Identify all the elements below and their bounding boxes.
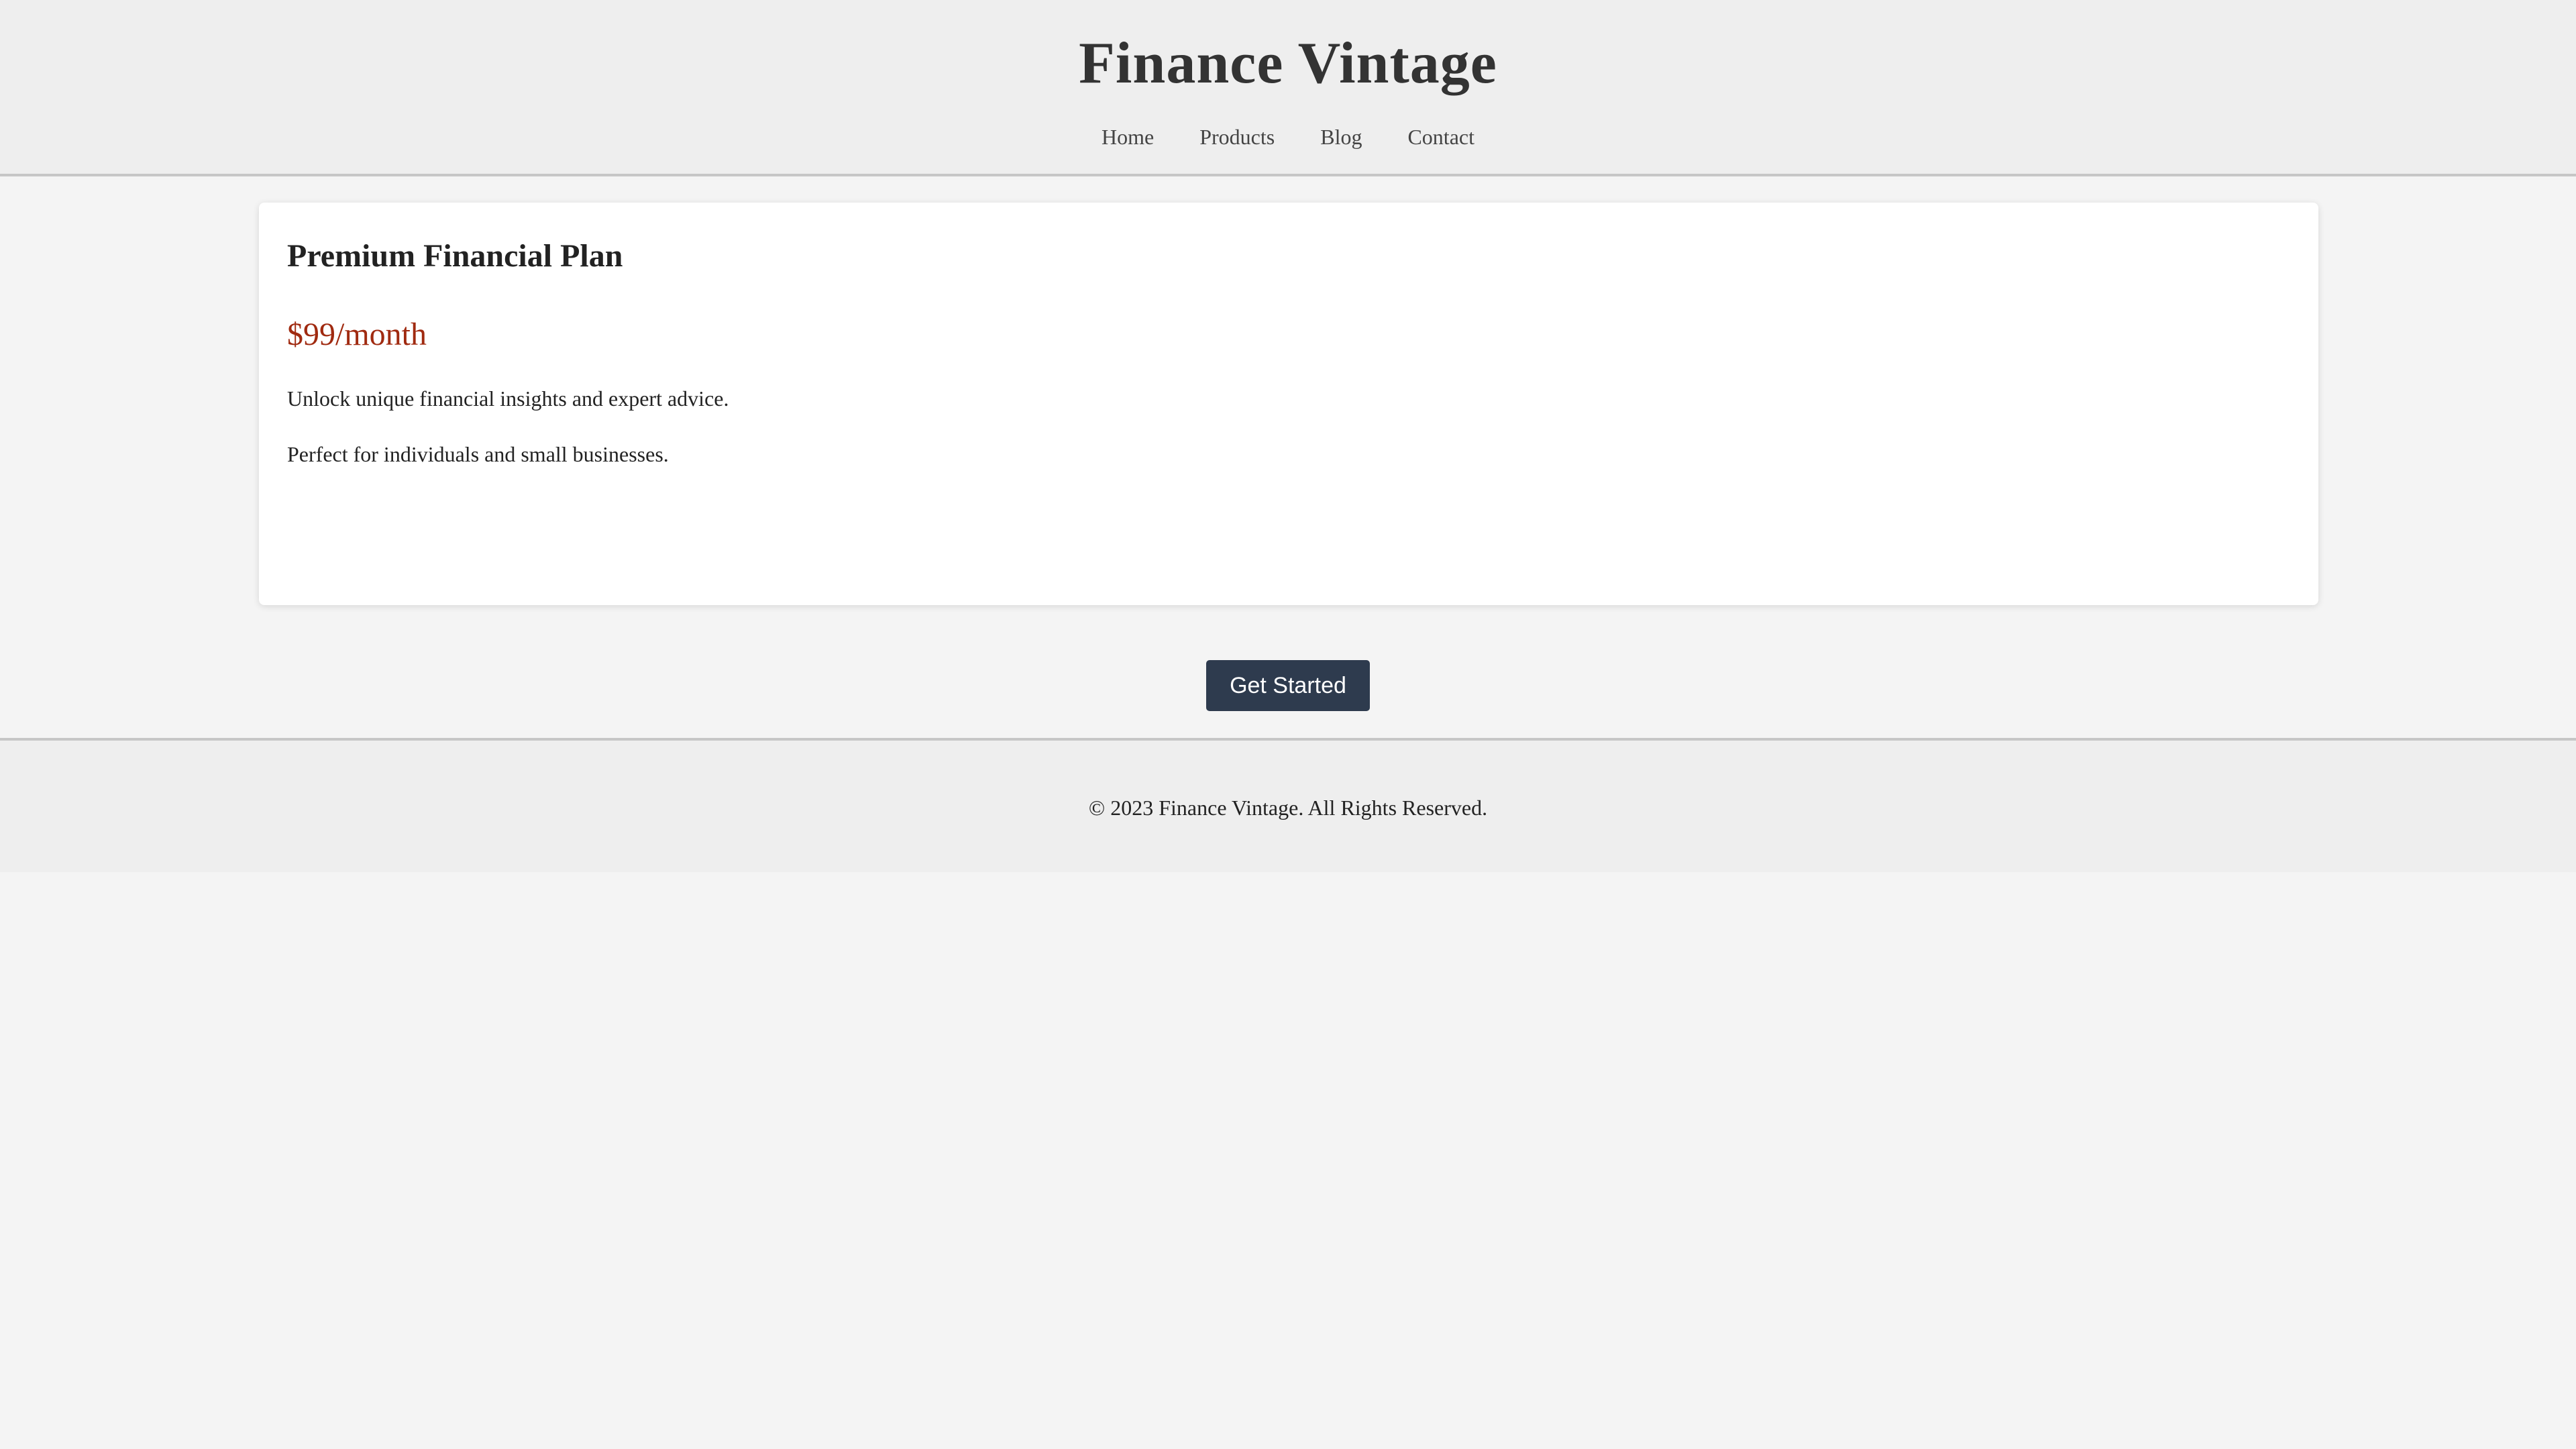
plan-title: Premium Financial Plan <box>287 238 623 274</box>
plan-card: Premium Financial Plan $99/month Unlock … <box>259 203 2318 605</box>
plan-price: $99/month <box>287 317 427 352</box>
site-title: Finance Vintage <box>1079 31 1497 96</box>
nav-link-home[interactable]: Home <box>1079 118 1177 156</box>
copyright-text: © 2023 Finance Vintage. All Rights Reser… <box>1088 796 1488 820</box>
nav-link-blog[interactable]: Blog <box>1297 118 1385 156</box>
nav-link-products[interactable]: Products <box>1177 118 1297 156</box>
main-nav: Home Products Blog Contact <box>0 118 2576 156</box>
plan-description: Unlock unique financial insights and exp… <box>287 386 729 411</box>
site-footer: © 2023 Finance Vintage. All Rights Reser… <box>0 738 2576 872</box>
nav-link-contact[interactable]: Contact <box>1385 118 1497 156</box>
site-header: Finance Vintage Home Products Blog Conta… <box>0 0 2576 176</box>
get-started-button[interactable]: Get Started <box>1206 660 1370 711</box>
plan-audience-note: Perfect for individuals and small busine… <box>287 442 669 466</box>
